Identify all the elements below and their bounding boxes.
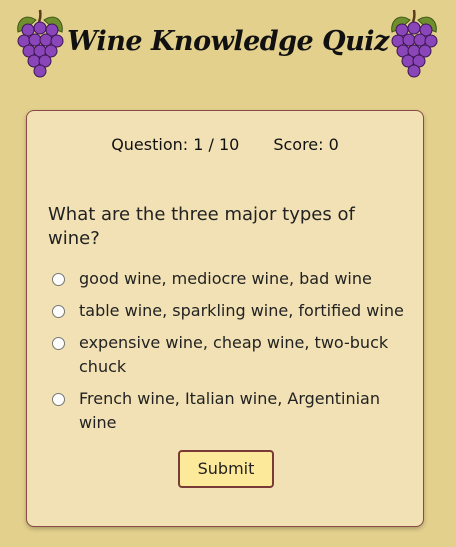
answer-option-label: French wine, Italian wine, Argentinian w… [79,389,380,432]
answer-option[interactable]: expensive wine, cheap wine, two-buck chu… [48,331,408,379]
radio-button[interactable] [52,305,65,318]
radio-button[interactable] [52,393,65,406]
answer-option-label: good wine, mediocre wine, bad wine [79,269,372,288]
answer-option-label: table wine, sparkling wine, fortified wi… [79,301,404,320]
answer-option[interactable]: table wine, sparkling wine, fortified wi… [48,299,408,323]
score-display: Score: 0 [273,135,339,154]
grapes-icon [391,9,438,78]
answer-option[interactable]: French wine, Italian wine, Argentinian w… [48,387,408,435]
radio-button[interactable] [52,337,65,350]
question-counter: Question: 1 / 10 [111,135,240,154]
answer-option[interactable]: good wine, mediocre wine, bad wine [48,267,408,291]
submit-button[interactable]: Submit [178,450,274,488]
question-text: What are the three major types of wine? [48,204,355,249]
header: Wine Knowledge Quiz [0,0,456,95]
quiz-status: Question: 1 / 10 Score: 0 [27,135,423,154]
quiz-card: Question: 1 / 10 Score: 0 What are the th… [26,110,424,527]
radio-button[interactable] [52,273,65,286]
answer-option-label: expensive wine, cheap wine, two-buck chu… [79,333,389,376]
